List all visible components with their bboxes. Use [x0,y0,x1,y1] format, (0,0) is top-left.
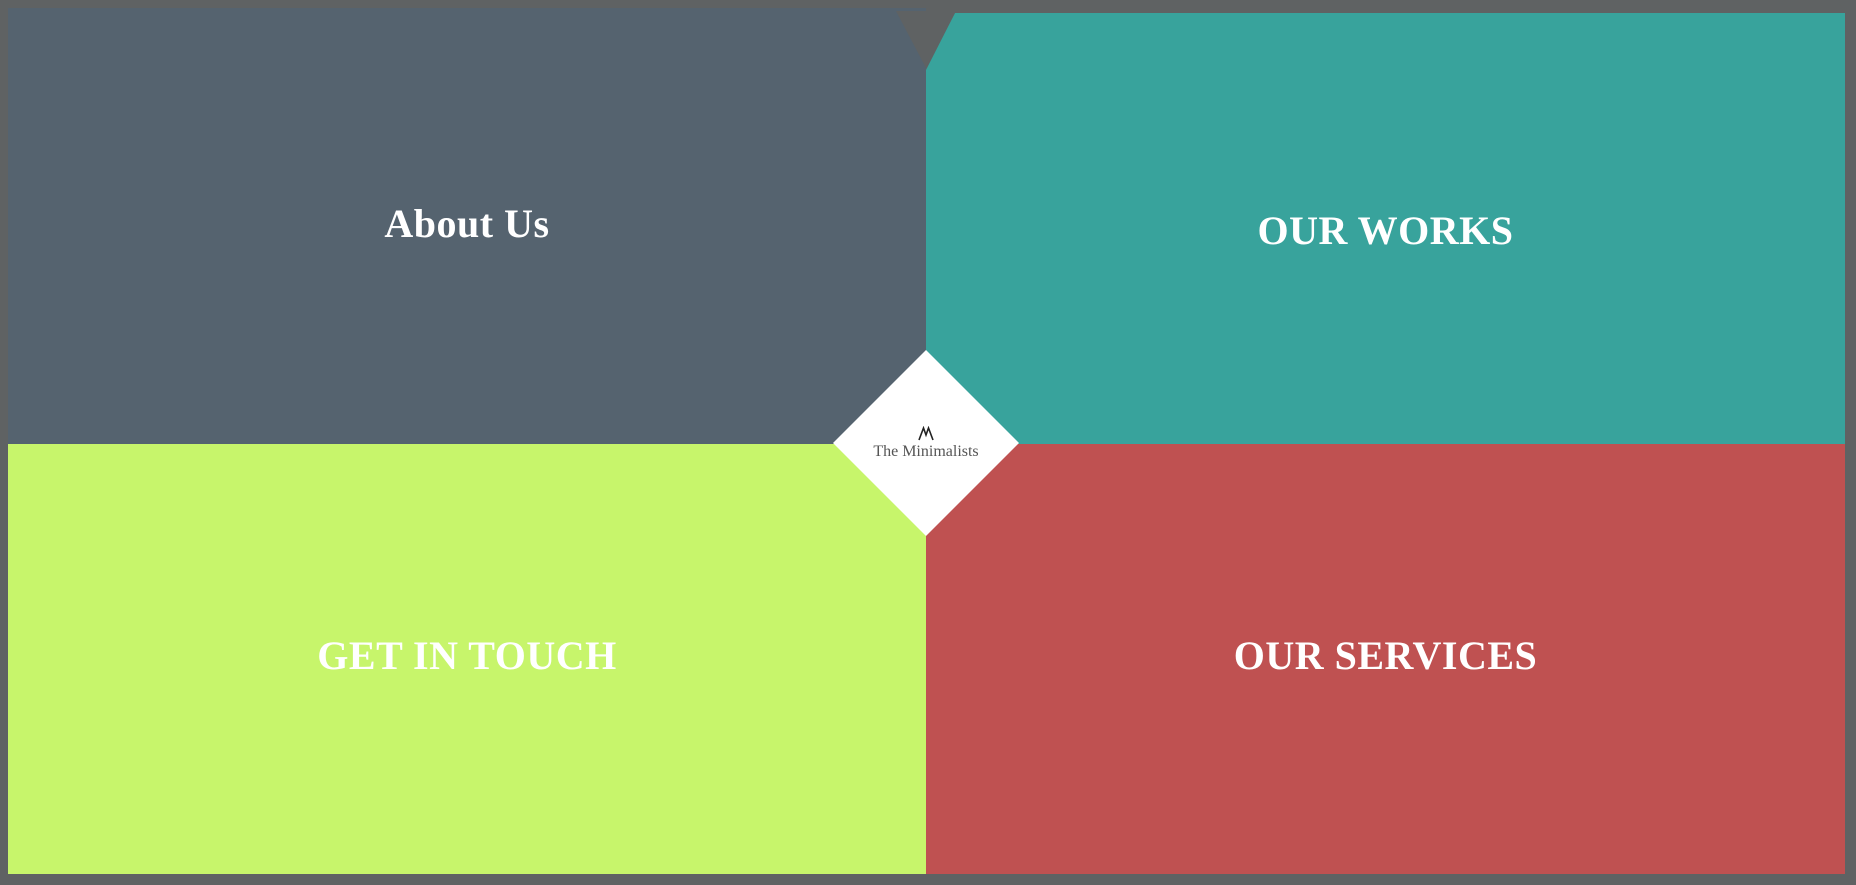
our-works-title: OUR WORKS [1257,208,1514,253]
page-frame: About Us OUR WORKS GET IN TOUCH OUR SERV… [0,0,1856,885]
about-us-panel[interactable]: About Us [8,8,926,444]
get-in-touch-panel[interactable]: GET IN TOUCH [8,444,926,874]
logo-text: The Minimalists [873,443,979,460]
our-services-title: OUR SERVICES [1233,632,1538,678]
our-services-panel[interactable]: OUR SERVICES [926,444,1845,874]
about-us-title: About Us [384,200,550,246]
get-in-touch-title: GET IN TOUCH [317,632,617,678]
our-works-panel[interactable]: OUR WORKS [926,13,1845,444]
mountain-logo-icon [918,426,934,441]
